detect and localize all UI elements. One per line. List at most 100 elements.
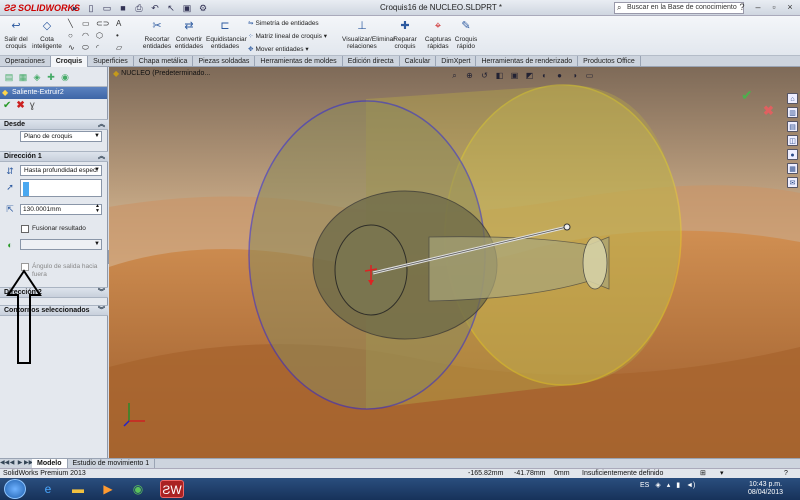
point-icon[interactable]: • bbox=[116, 31, 119, 40]
zoom-area-icon[interactable]: ⊕ bbox=[464, 71, 475, 81]
design-library-icon[interactable]: ▥ bbox=[787, 107, 798, 118]
slot-icon[interactable]: ⊂⊃ bbox=[96, 19, 109, 28]
mirror-entities-button[interactable]: ⇋ Simetría de entidades bbox=[248, 19, 319, 27]
volume-icon[interactable]: ◄) bbox=[686, 482, 695, 489]
start-button[interactable] bbox=[4, 479, 26, 499]
graphics-area[interactable]: ◆ NUCLEO (Predeterminado... ⌕ ⊕ ↺ ◧ ▣ ◩ … bbox=[109, 67, 800, 458]
tab-dimxpert[interactable]: DimXpert bbox=[436, 56, 477, 67]
plane-icon[interactable]: ▱ bbox=[116, 43, 122, 52]
ellipse-icon[interactable]: ⬭ bbox=[82, 43, 89, 53]
spin-arrows-icon[interactable]: ▲ ▼ bbox=[95, 204, 100, 214]
tab-calcular[interactable]: Calcular bbox=[400, 56, 437, 67]
arrow-icon[interactable]: ▸ bbox=[68, 2, 82, 14]
direction-selection-box[interactable] bbox=[20, 179, 102, 197]
feature-tree-root[interactable]: ◆ NUCLEO (Predeterminado... bbox=[113, 69, 210, 78]
network-icon[interactable]: ▮ bbox=[676, 481, 680, 489]
chrome-icon[interactable]: ◉ bbox=[126, 480, 150, 498]
file-explorer-icon[interactable]: ▤ bbox=[787, 121, 798, 132]
polygon-icon[interactable]: ⬡ bbox=[96, 31, 103, 40]
help-icon[interactable]: ? bbox=[736, 1, 748, 13]
confirmation-ok-icon[interactable]: ✔ bbox=[741, 87, 753, 104]
options-icon[interactable]: ⚙ bbox=[196, 2, 210, 14]
select-icon[interactable]: ↖ bbox=[164, 2, 178, 14]
next-tab-icon[interactable]: ▶ bbox=[16, 459, 24, 468]
print-icon[interactable]: ⎙ bbox=[132, 2, 146, 14]
new-document-icon[interactable]: ▯ bbox=[84, 2, 98, 14]
fillet-icon[interactable]: ◜ bbox=[96, 43, 99, 52]
tab-estudio-movimiento[interactable]: Estudio de movimiento 1 bbox=[68, 459, 156, 468]
knowledge-base-search-input[interactable]: ⌕ Buscar en la Base de conocimiento bbox=[614, 2, 744, 14]
move-entities-button[interactable]: ✥ Mover entidades ▾ bbox=[248, 45, 309, 53]
tab-edicion-directa[interactable]: Edición directa bbox=[343, 56, 400, 67]
zoom-to-fit-icon[interactable]: ⌕ bbox=[449, 71, 460, 81]
solidworks-forum-icon[interactable]: ✉ bbox=[787, 177, 798, 188]
tab-herramientas-renderizado[interactable]: Herramientas de renderizado bbox=[476, 56, 579, 67]
confirmation-cancel-icon[interactable]: ✖ bbox=[763, 103, 774, 119]
prev-tab-icon[interactable]: ◀ bbox=[8, 459, 16, 468]
view-orientation-icon[interactable]: ▣ bbox=[509, 71, 520, 81]
tab-croquis[interactable]: Croquis bbox=[50, 56, 89, 67]
detailed-preview-icon[interactable]: ɣ bbox=[30, 101, 35, 111]
draft-icon[interactable]: ◐ bbox=[4, 239, 16, 251]
linear-pattern-button[interactable]: ⁘ Matriz lineal de croquis ▾ bbox=[248, 32, 327, 40]
tab-productos-office[interactable]: Productos Office bbox=[578, 56, 641, 67]
display-manager-icon[interactable]: ◉ bbox=[59, 71, 71, 83]
solidworks-taskbar-icon[interactable]: ƧW bbox=[160, 480, 184, 498]
tray-app-icon[interactable]: ◈ bbox=[655, 481, 660, 489]
restore-icon[interactable]: ▫ bbox=[768, 1, 780, 13]
desde-select[interactable]: Plano de croquis ▼ bbox=[20, 131, 102, 142]
previous-view-icon[interactable]: ↺ bbox=[479, 71, 490, 81]
section-view-icon[interactable]: ◧ bbox=[494, 71, 505, 81]
minimize-icon[interactable]: – bbox=[752, 1, 764, 13]
tab-superficies[interactable]: Superficies bbox=[88, 56, 134, 67]
rebuild-icon[interactable]: ▣ bbox=[180, 2, 194, 14]
first-tab-icon[interactable]: ◀◀ bbox=[0, 459, 9, 468]
file-explorer-taskbar-icon[interactable]: ▬ bbox=[66, 480, 90, 498]
rebuild-status-icon[interactable]: ⊞ bbox=[700, 469, 706, 478]
smart-dimension-button[interactable]: ◇ Cota inteligente bbox=[32, 18, 62, 50]
convert-entities-button[interactable]: ⇄ Convertir entidades bbox=[174, 18, 204, 50]
tab-modelo[interactable]: Modelo bbox=[32, 459, 68, 468]
custom-properties-icon[interactable]: ▦ bbox=[787, 163, 798, 174]
desde-header[interactable]: Desde ︽ bbox=[0, 119, 108, 130]
close-icon[interactable]: × bbox=[784, 1, 796, 13]
undo-icon[interactable]: ↶ bbox=[148, 2, 162, 14]
view-settings-icon[interactable]: ▭ bbox=[584, 71, 595, 81]
rapid-sketch-button[interactable]: ✎ Croquis rápido bbox=[454, 18, 478, 50]
text-icon[interactable]: A bbox=[116, 19, 121, 28]
end-condition-select[interactable]: Hasta profundidad especi ▼ bbox=[20, 165, 102, 176]
solidworks-logo[interactable]: ƧƧ SOLIDWORKS bbox=[0, 3, 80, 13]
display-delete-relations-button[interactable]: ⊥ Visualizar/Eliminar relaciones bbox=[342, 18, 395, 50]
tab-piezas-soldadas[interactable]: Piezas soldadas bbox=[193, 56, 256, 67]
tab-chapa-metalica[interactable]: Chapa metálica bbox=[134, 56, 194, 67]
edit-appearance-icon[interactable]: ● bbox=[554, 71, 565, 81]
units-icon[interactable]: ▾ bbox=[720, 469, 724, 478]
arc-icon[interactable]: ◠ bbox=[82, 31, 89, 40]
hide-show-icon[interactable]: ◐ bbox=[539, 71, 550, 81]
cancel-x-icon[interactable]: ✖ bbox=[16, 101, 24, 111]
language-indicator[interactable]: ES bbox=[640, 482, 649, 489]
clock[interactable]: 10:43 p.m. 08/04/2013 bbox=[748, 481, 783, 497]
rectangle-icon[interactable]: ▭ bbox=[82, 19, 90, 28]
show-hidden-icons-icon[interactable]: ▴ bbox=[667, 481, 671, 489]
repair-sketch-button[interactable]: ✚ Reparar croquis bbox=[390, 18, 420, 50]
open-folder-icon[interactable]: ▭ bbox=[100, 2, 114, 14]
internet-explorer-icon[interactable]: e bbox=[36, 480, 60, 498]
ok-check-icon[interactable]: ✔ bbox=[3, 101, 11, 111]
scene-icon[interactable]: ◑ bbox=[569, 71, 580, 81]
quick-snaps-button[interactable]: ⌖ Capturas rápidas bbox=[424, 18, 452, 50]
reverse-direction-icon[interactable]: ⇵ bbox=[4, 165, 16, 177]
dimxpert-icon[interactable]: ✚ bbox=[45, 71, 57, 83]
save-icon[interactable]: ■ bbox=[116, 2, 130, 14]
spline-icon[interactable]: ∿ bbox=[68, 43, 75, 52]
display-style-icon[interactable]: ◩ bbox=[524, 71, 535, 81]
draft-angle-field[interactable]: ▼ bbox=[20, 239, 102, 250]
trim-entities-button[interactable]: ✂ Recortar entidades bbox=[142, 18, 172, 50]
line-icon[interactable]: ╲ bbox=[68, 19, 73, 28]
configuration-icon[interactable]: ◈ bbox=[31, 71, 43, 83]
exit-sketch-button[interactable]: ↩ Salir del croquis bbox=[4, 18, 28, 50]
last-tab-icon[interactable]: ▶▶ bbox=[24, 459, 33, 468]
resources-icon[interactable]: ⌂ bbox=[787, 93, 798, 104]
media-player-icon[interactable]: ▶ bbox=[96, 480, 120, 498]
merge-result-checkbox[interactable] bbox=[21, 225, 29, 233]
